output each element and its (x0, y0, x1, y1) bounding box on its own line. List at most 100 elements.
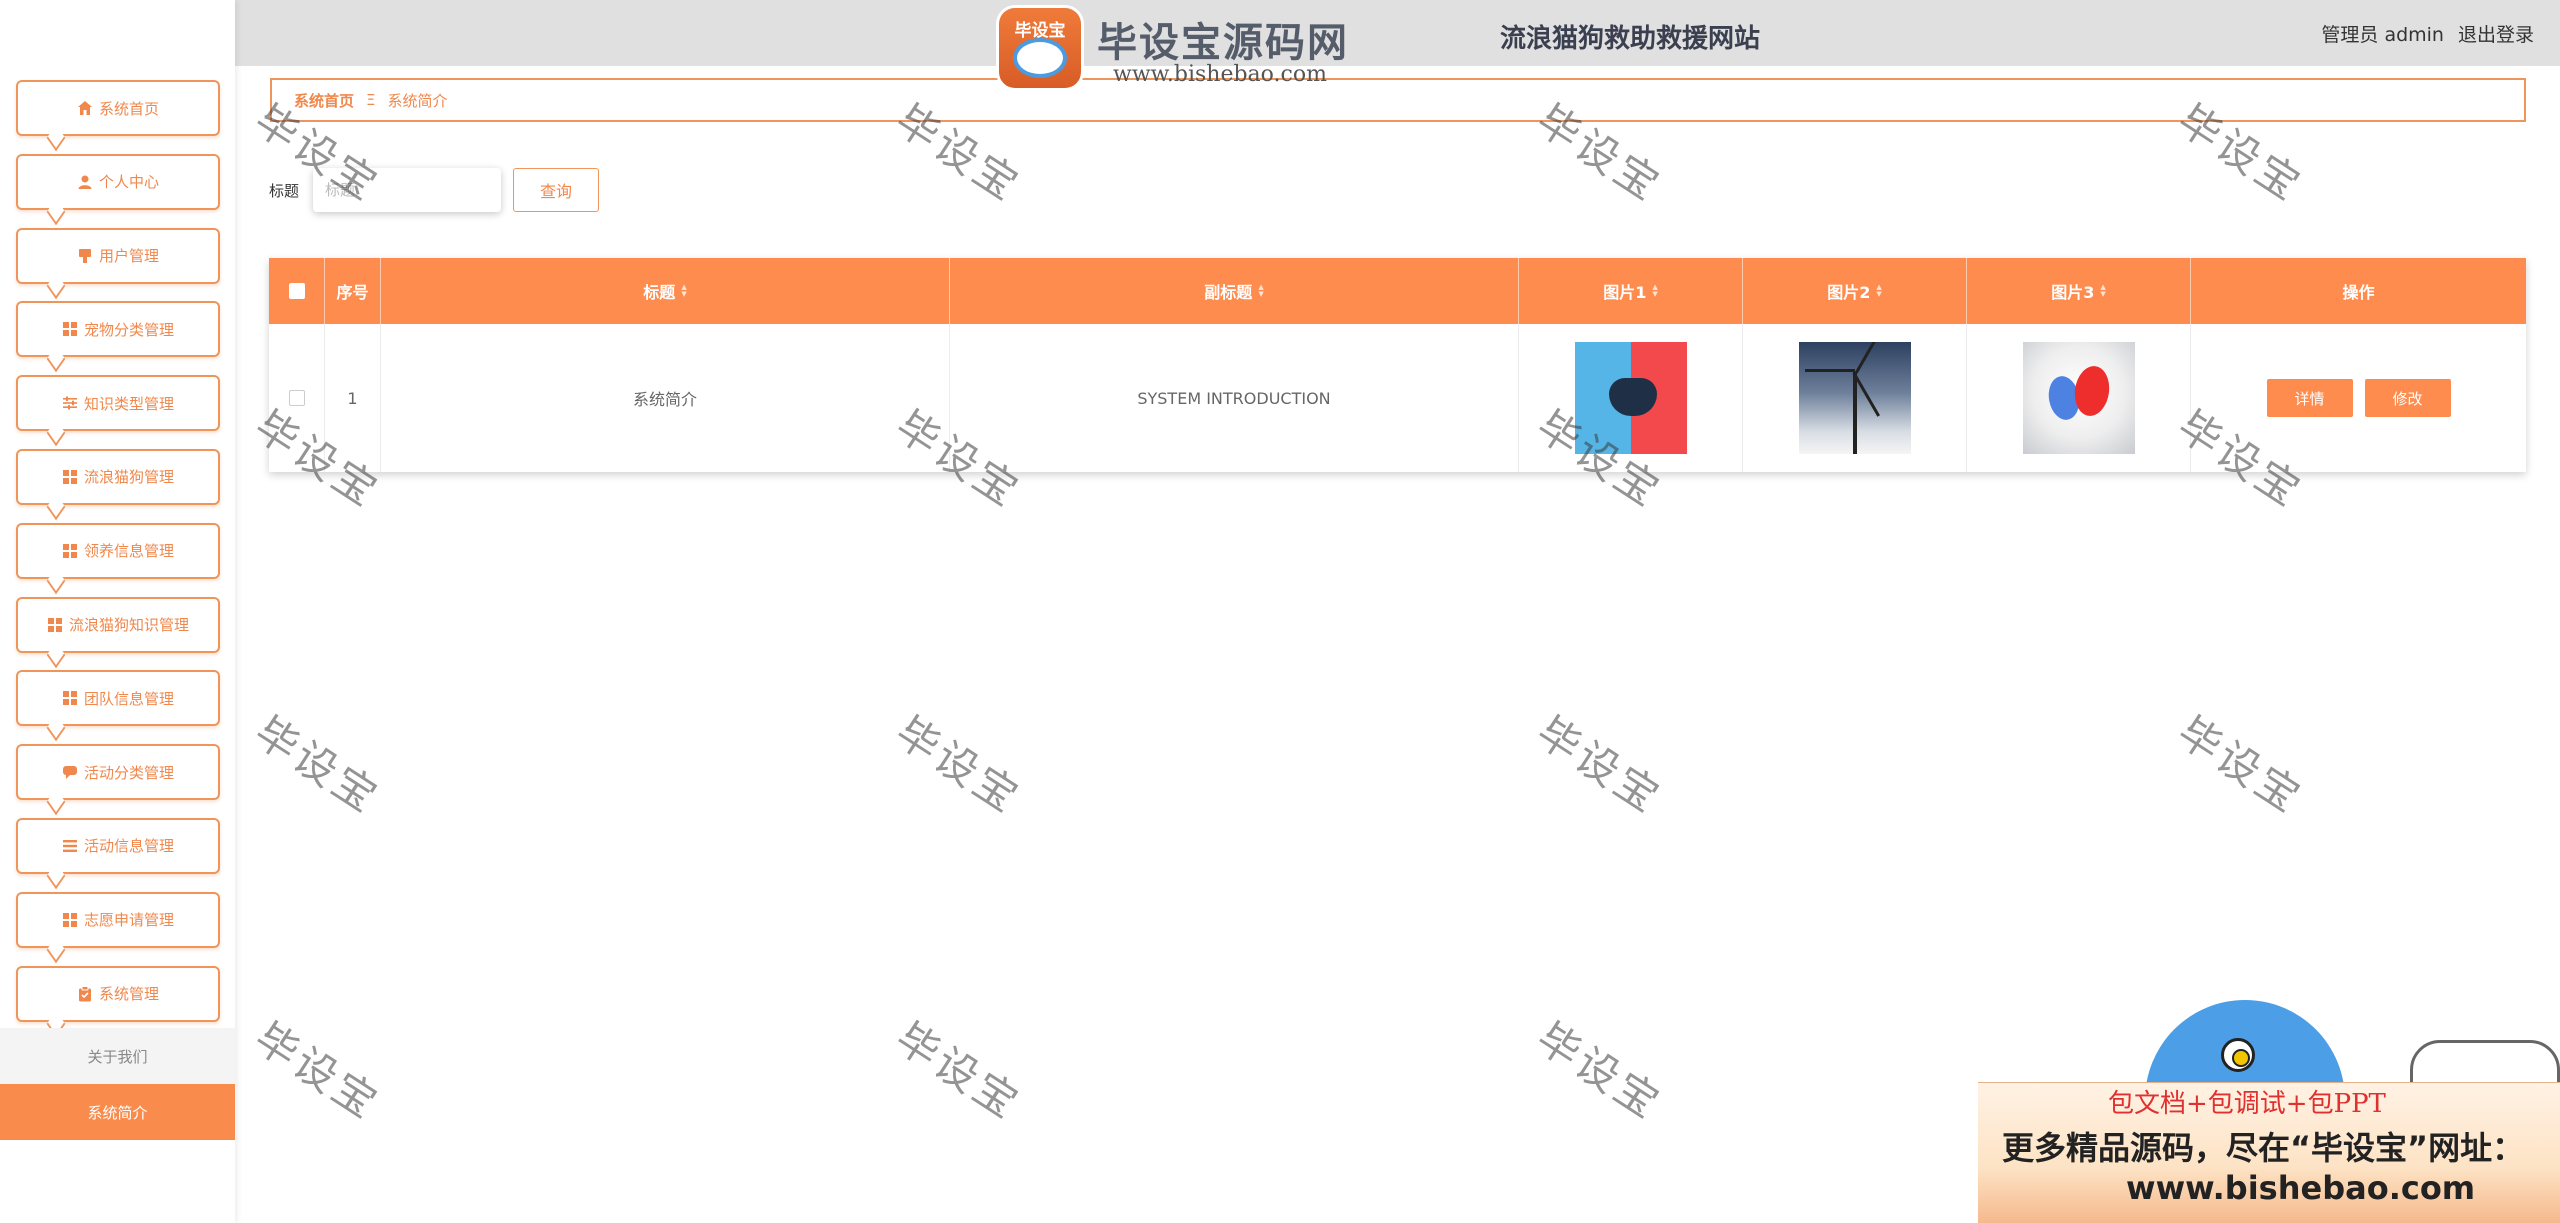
wind-turbine-image[interactable] (1798, 342, 1911, 454)
header-label: 副标题 (1204, 283, 1253, 302)
sliders-icon (62, 395, 78, 411)
header-image2[interactable]: 图片2 ▲ ▼ (1743, 258, 1967, 324)
sidebar-item-team[interactable]: 团队信息管理 (16, 670, 220, 727)
header-label: 图片1 (1603, 283, 1647, 302)
search-button[interactable]: 查询 (513, 168, 599, 212)
watermark-text: 毕设宝 (246, 1012, 389, 1130)
sidebar-item-stray-knowledge[interactable]: 流浪猫狗知识管理 (16, 596, 220, 653)
table-header: 序号 标题 ▲ ▼ 副标题 ▲ ▼ 图片1 ▲ ▼ 图片2 ▲ ▼ 图片3 ▲ ▼ 操作 (269, 258, 2526, 324)
breadcrumb-current: 系统简介 (387, 91, 448, 110)
sidebar-item-home[interactable]: 系统首页 (16, 80, 220, 136)
user-icon (77, 174, 93, 190)
ad-line2: 更多精品源码，尽在“毕设宝”网址： (2002, 1129, 2525, 1167)
row-image2-cell (1743, 324, 1967, 472)
user-manage-icon (77, 248, 93, 264)
sidebar: 系统首页 个人中心 用户管理 宠物分类管理 知识类型管理 流浪猫狗管理 领养信息… (0, 0, 235, 1223)
sidebar-item-label: 系统首页 (98, 99, 159, 118)
sort-icon[interactable]: ▲ ▼ (1652, 284, 1657, 298)
sidebar-item-system[interactable]: 系统管理 (16, 965, 220, 1022)
header-image1[interactable]: 图片1 ▲ ▼ (1519, 258, 1743, 324)
brand-mascot-icon (1013, 38, 1067, 78)
sort-icon[interactable]: ▲ ▼ (681, 284, 686, 298)
sidebar-menu: 系统首页 个人中心 用户管理 宠物分类管理 知识类型管理 流浪猫狗管理 领养信息… (16, 80, 220, 1039)
gamepad-image[interactable] (1574, 342, 1687, 454)
sort-icon[interactable]: ▲ ▼ (2100, 284, 2105, 298)
sidebar-item-profile[interactable]: 个人中心 (16, 153, 220, 210)
sidebar-item-activity-category[interactable]: 活动分类管理 (16, 744, 220, 801)
grid-icon (62, 690, 78, 706)
header-select-all (269, 258, 325, 324)
brand-url: www.bishebao.com (1113, 62, 1327, 87)
watermark-text: 毕设宝 (887, 706, 1030, 824)
turbine-blade (1804, 369, 1855, 372)
logout-link[interactable]: 退出登录 (2458, 20, 2534, 47)
list-icon (62, 838, 78, 854)
header-label: 标题 (643, 283, 676, 302)
sort-icon[interactable]: ▲ ▼ (1258, 284, 1263, 298)
breadcrumb-home[interactable]: 系统首页 (294, 90, 354, 111)
grid-icon (62, 912, 78, 928)
sidebar-item-knowledge-type[interactable]: 知识类型管理 (16, 375, 220, 432)
brand-logo: 毕设宝 (999, 8, 1081, 88)
data-table: 序号 标题 ▲ ▼ 副标题 ▲ ▼ 图片1 ▲ ▼ 图片2 ▲ ▼ 图片3 ▲ ▼ 操作 … (269, 258, 2526, 472)
watermark-text: 毕设宝 (2169, 706, 2312, 824)
user-area: 管理员 admin 退出登录 (2321, 20, 2534, 47)
sidebar-item-label: 活动分类管理 (83, 763, 174, 782)
select-all-checkbox[interactable] (288, 283, 305, 299)
sort-icon[interactable]: ▲ ▼ (1876, 284, 1881, 298)
row-index: 1 (325, 324, 381, 472)
sidebar-item-label: 活动信息管理 (83, 837, 174, 856)
sidebar-item-label: 系统管理 (98, 985, 159, 1004)
sidebar-subitem-intro[interactable]: 系统简介 (0, 1084, 235, 1140)
header-image3[interactable]: 图片3 ▲ ▼ (1967, 258, 2191, 324)
ad-line1: 包文档+包调试+包PPT (2108, 1089, 2386, 1119)
brand-watermark: 毕设宝 毕设宝源码网 www.bishebao.com (985, 4, 1380, 94)
watermark-text: 毕设宝 (1528, 706, 1671, 824)
search-label: 标题 (269, 182, 300, 200)
sidebar-item-stray-animals[interactable]: 流浪猫狗管理 (16, 448, 220, 505)
sidebar-item-label: 团队信息管理 (83, 689, 174, 708)
watermark-text: 毕设宝 (887, 1012, 1030, 1130)
sidebar-item-activity-info[interactable]: 活动信息管理 (16, 817, 220, 874)
sidebar-item-pet-category[interactable]: 宠物分类管理 (16, 301, 220, 358)
grid-icon (47, 617, 63, 633)
turbine-blade (1854, 342, 1883, 374)
breadcrumb: 系统首页 Ξ 系统简介 (270, 78, 2526, 122)
row-actions: 详情 修改 (2191, 324, 2526, 472)
row-select-cell (269, 324, 325, 472)
header-title[interactable]: 标题 ▲ ▼ (381, 258, 950, 324)
sidebar-item-volunteer[interactable]: 志愿申请管理 (16, 891, 220, 948)
watermark-text: 毕设宝 (246, 706, 389, 824)
ad-banner[interactable]: 包文档+包调试+包PPT 更多精品源码，尽在“毕设宝”网址： www.bishe… (1978, 1082, 2560, 1223)
row-checkbox[interactable] (288, 390, 305, 406)
header-subtitle[interactable]: 副标题 ▲ ▼ (950, 258, 1519, 324)
top-header: 流浪猫狗救助救援网站 管理员 admin 退出登录 (235, 0, 2560, 66)
ad-line3: www.bishebao.com (2126, 1169, 2476, 1207)
sidebar-item-label: 宠物分类管理 (83, 320, 174, 339)
sidebar-item-label: 流浪猫狗管理 (83, 468, 174, 487)
header-label: 图片3 (2051, 283, 2095, 302)
detail-button[interactable]: 详情 (2266, 379, 2353, 417)
grid-icon (62, 469, 78, 485)
watermark-text: 毕设宝 (1528, 1012, 1671, 1130)
sidebar-subitem-about[interactable]: 关于我们 (0, 1028, 235, 1084)
grid-icon (62, 321, 78, 337)
sidebar-item-adoption[interactable]: 领养信息管理 (16, 522, 220, 579)
header-label: 图片2 (1827, 283, 1871, 302)
sidebar-item-label: 知识类型管理 (83, 394, 174, 413)
page-title: 流浪猫狗救助救援网站 (1500, 24, 1761, 54)
edit-button[interactable]: 修改 (2364, 379, 2451, 417)
row-subtitle: SYSTEM INTRODUCTION (950, 324, 1519, 472)
search-input[interactable] (313, 168, 501, 212)
balloons-image[interactable] (2022, 342, 2135, 454)
row-title: 系统简介 (381, 324, 950, 472)
row-image1-cell (1519, 324, 1743, 472)
username: admin (2384, 24, 2444, 46)
header-index: 序号 (325, 258, 381, 324)
user-info: 管理员 admin (2321, 20, 2444, 47)
home-icon (77, 100, 93, 116)
sidebar-item-users[interactable]: 用户管理 (16, 227, 220, 284)
brand-name: 毕设宝源码网 (1097, 20, 1349, 66)
grid-icon (62, 543, 78, 559)
sidebar-item-label: 用户管理 (98, 247, 159, 266)
